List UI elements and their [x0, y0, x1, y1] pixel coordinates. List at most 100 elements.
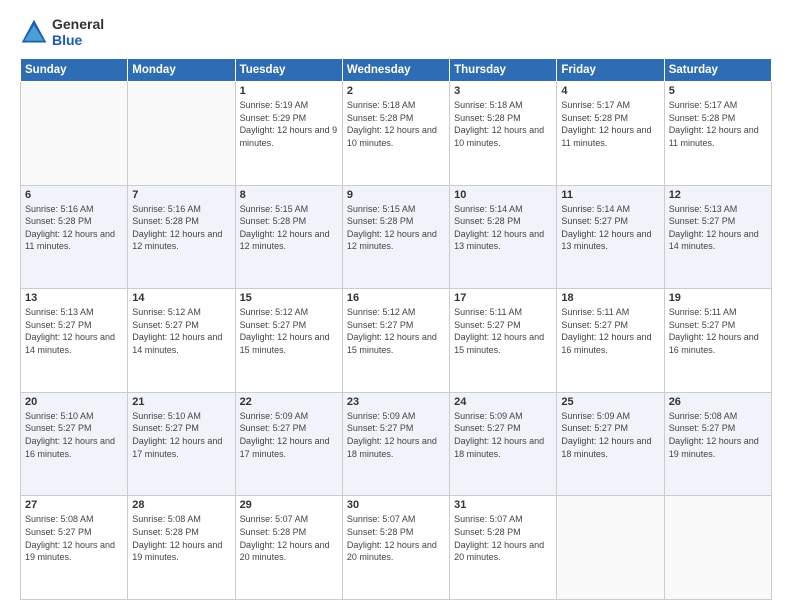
- calendar-cell: 21 Sunrise: 5:10 AM Sunset: 5:27 PM Dayli…: [128, 392, 235, 496]
- day-info: Sunrise: 5:16 AM Sunset: 5:28 PM Dayligh…: [25, 203, 123, 253]
- day-number: 4: [561, 85, 659, 97]
- calendar-page: General Blue SundayMondayTuesdayWednesda…: [0, 0, 792, 612]
- day-number: 25: [561, 396, 659, 408]
- calendar-table: SundayMondayTuesdayWednesdayThursdayFrid…: [20, 58, 772, 600]
- calendar-cell: 6 Sunrise: 5:16 AM Sunset: 5:28 PM Daylig…: [21, 185, 128, 289]
- calendar-week-row: 13 Sunrise: 5:13 AM Sunset: 5:27 PM Dayli…: [21, 289, 772, 393]
- day-number: 22: [240, 396, 338, 408]
- day-number: 17: [454, 292, 552, 304]
- day-number: 18: [561, 292, 659, 304]
- day-header-friday: Friday: [557, 59, 664, 82]
- calendar-cell: 1 Sunrise: 5:19 AM Sunset: 5:29 PM Daylig…: [235, 82, 342, 186]
- calendar-cell: 8 Sunrise: 5:15 AM Sunset: 5:28 PM Daylig…: [235, 185, 342, 289]
- day-info: Sunrise: 5:11 AM Sunset: 5:27 PM Dayligh…: [669, 306, 767, 356]
- calendar-cell: 17 Sunrise: 5:11 AM Sunset: 5:27 PM Dayli…: [450, 289, 557, 393]
- calendar-cell: 24 Sunrise: 5:09 AM Sunset: 5:27 PM Dayli…: [450, 392, 557, 496]
- day-header-wednesday: Wednesday: [342, 59, 449, 82]
- calendar-cell: 30 Sunrise: 5:07 AM Sunset: 5:28 PM Dayli…: [342, 496, 449, 600]
- day-header-thursday: Thursday: [450, 59, 557, 82]
- calendar-cell: 22 Sunrise: 5:09 AM Sunset: 5:27 PM Dayli…: [235, 392, 342, 496]
- day-header-monday: Monday: [128, 59, 235, 82]
- calendar-cell: 26Sunrise: 5:08 AM Sunset: 5:27 PM Dayli…: [664, 392, 771, 496]
- day-number: 7: [132, 189, 230, 201]
- day-number: 15: [240, 292, 338, 304]
- calendar-cell: 19 Sunrise: 5:11 AM Sunset: 5:27 PM Dayli…: [664, 289, 771, 393]
- day-info: Sunrise: 5:12 AM Sunset: 5:27 PM Dayligh…: [132, 306, 230, 356]
- calendar-cell: 5 Sunrise: 5:17 AM Sunset: 5:28 PM Daylig…: [664, 82, 771, 186]
- calendar-cell: 11Sunrise: 5:14 AM Sunset: 5:27 PM Dayli…: [557, 185, 664, 289]
- calendar-cell: 31 Sunrise: 5:07 AM Sunset: 5:28 PM Dayli…: [450, 496, 557, 600]
- day-info: Sunrise: 5:18 AM Sunset: 5:28 PM Dayligh…: [454, 99, 552, 149]
- day-info: Sunrise: 5:08 AM Sunset: 5:27 PM Dayligh…: [669, 410, 767, 460]
- calendar-week-row: 20 Sunrise: 5:10 AM Sunset: 5:27 PM Dayli…: [21, 392, 772, 496]
- day-number: 29: [240, 499, 338, 511]
- logo: General Blue: [20, 16, 104, 48]
- day-number: 31: [454, 499, 552, 511]
- day-number: 3: [454, 85, 552, 97]
- day-header-sunday: Sunday: [21, 59, 128, 82]
- day-info: Sunrise: 5:09 AM Sunset: 5:27 PM Dayligh…: [240, 410, 338, 460]
- day-info: Sunrise: 5:15 AM Sunset: 5:28 PM Dayligh…: [240, 203, 338, 253]
- day-number: 1: [240, 85, 338, 97]
- logo-icon: [20, 18, 48, 46]
- calendar-cell: [21, 82, 128, 186]
- calendar-header-row: SundayMondayTuesdayWednesdayThursdayFrid…: [21, 59, 772, 82]
- day-number: 10: [454, 189, 552, 201]
- day-number: 2: [347, 85, 445, 97]
- day-info: Sunrise: 5:10 AM Sunset: 5:27 PM Dayligh…: [132, 410, 230, 460]
- day-number: 27: [25, 499, 123, 511]
- header: General Blue: [20, 16, 772, 48]
- day-info: Sunrise: 5:19 AM Sunset: 5:29 PM Dayligh…: [240, 99, 338, 149]
- calendar-cell: 9Sunrise: 5:15 AM Sunset: 5:28 PM Daylig…: [342, 185, 449, 289]
- day-info: Sunrise: 5:10 AM Sunset: 5:27 PM Dayligh…: [25, 410, 123, 460]
- day-info: Sunrise: 5:16 AM Sunset: 5:28 PM Dayligh…: [132, 203, 230, 253]
- calendar-cell: 7 Sunrise: 5:16 AM Sunset: 5:28 PM Daylig…: [128, 185, 235, 289]
- calendar-cell: [664, 496, 771, 600]
- calendar-week-row: 1 Sunrise: 5:19 AM Sunset: 5:29 PM Daylig…: [21, 82, 772, 186]
- day-info: Sunrise: 5:17 AM Sunset: 5:28 PM Dayligh…: [561, 99, 659, 149]
- day-info: Sunrise: 5:13 AM Sunset: 5:27 PM Dayligh…: [25, 306, 123, 356]
- day-number: 16: [347, 292, 445, 304]
- calendar-cell: 3 Sunrise: 5:18 AM Sunset: 5:28 PM Daylig…: [450, 82, 557, 186]
- day-number: 12: [669, 189, 767, 201]
- day-number: 5: [669, 85, 767, 97]
- day-number: 6: [25, 189, 123, 201]
- day-info: Sunrise: 5:12 AM Sunset: 5:27 PM Dayligh…: [347, 306, 445, 356]
- calendar-cell: 12Sunrise: 5:13 AM Sunset: 5:27 PM Dayli…: [664, 185, 771, 289]
- calendar-cell: [557, 496, 664, 600]
- calendar-cell: 10 Sunrise: 5:14 AM Sunset: 5:28 PM Dayli…: [450, 185, 557, 289]
- day-number: 13: [25, 292, 123, 304]
- calendar-cell: 13 Sunrise: 5:13 AM Sunset: 5:27 PM Dayli…: [21, 289, 128, 393]
- calendar-cell: 23 Sunrise: 5:09 AM Sunset: 5:27 PM Dayli…: [342, 392, 449, 496]
- logo-text: General Blue: [52, 16, 104, 48]
- calendar-cell: 15Sunrise: 5:12 AM Sunset: 5:27 PM Dayli…: [235, 289, 342, 393]
- calendar-cell: 25 Sunrise: 5:09 AM Sunset: 5:27 PM Dayli…: [557, 392, 664, 496]
- day-info: Sunrise: 5:14 AM Sunset: 5:28 PM Dayligh…: [454, 203, 552, 253]
- calendar-cell: 14 Sunrise: 5:12 AM Sunset: 5:27 PM Dayli…: [128, 289, 235, 393]
- calendar-cell: 27Sunrise: 5:08 AM Sunset: 5:27 PM Dayli…: [21, 496, 128, 600]
- day-number: 23: [347, 396, 445, 408]
- day-info: Sunrise: 5:17 AM Sunset: 5:28 PM Dayligh…: [669, 99, 767, 149]
- day-info: Sunrise: 5:11 AM Sunset: 5:27 PM Dayligh…: [454, 306, 552, 356]
- calendar-cell: 4 Sunrise: 5:17 AM Sunset: 5:28 PM Daylig…: [557, 82, 664, 186]
- day-number: 14: [132, 292, 230, 304]
- day-info: Sunrise: 5:11 AM Sunset: 5:27 PM Dayligh…: [561, 306, 659, 356]
- day-info: Sunrise: 5:07 AM Sunset: 5:28 PM Dayligh…: [347, 513, 445, 563]
- day-number: 20: [25, 396, 123, 408]
- day-info: Sunrise: 5:09 AM Sunset: 5:27 PM Dayligh…: [347, 410, 445, 460]
- calendar-cell: 2Sunrise: 5:18 AM Sunset: 5:28 PM Daylig…: [342, 82, 449, 186]
- calendar-week-row: 27Sunrise: 5:08 AM Sunset: 5:27 PM Dayli…: [21, 496, 772, 600]
- day-info: Sunrise: 5:08 AM Sunset: 5:28 PM Dayligh…: [132, 513, 230, 563]
- day-number: 8: [240, 189, 338, 201]
- calendar-cell: 28 Sunrise: 5:08 AM Sunset: 5:28 PM Dayli…: [128, 496, 235, 600]
- day-number: 21: [132, 396, 230, 408]
- day-number: 30: [347, 499, 445, 511]
- calendar-cell: 16 Sunrise: 5:12 AM Sunset: 5:27 PM Dayli…: [342, 289, 449, 393]
- day-info: Sunrise: 5:09 AM Sunset: 5:27 PM Dayligh…: [561, 410, 659, 460]
- day-number: 9: [347, 189, 445, 201]
- day-number: 28: [132, 499, 230, 511]
- day-number: 24: [454, 396, 552, 408]
- day-info: Sunrise: 5:07 AM Sunset: 5:28 PM Dayligh…: [454, 513, 552, 563]
- day-info: Sunrise: 5:09 AM Sunset: 5:27 PM Dayligh…: [454, 410, 552, 460]
- day-number: 19: [669, 292, 767, 304]
